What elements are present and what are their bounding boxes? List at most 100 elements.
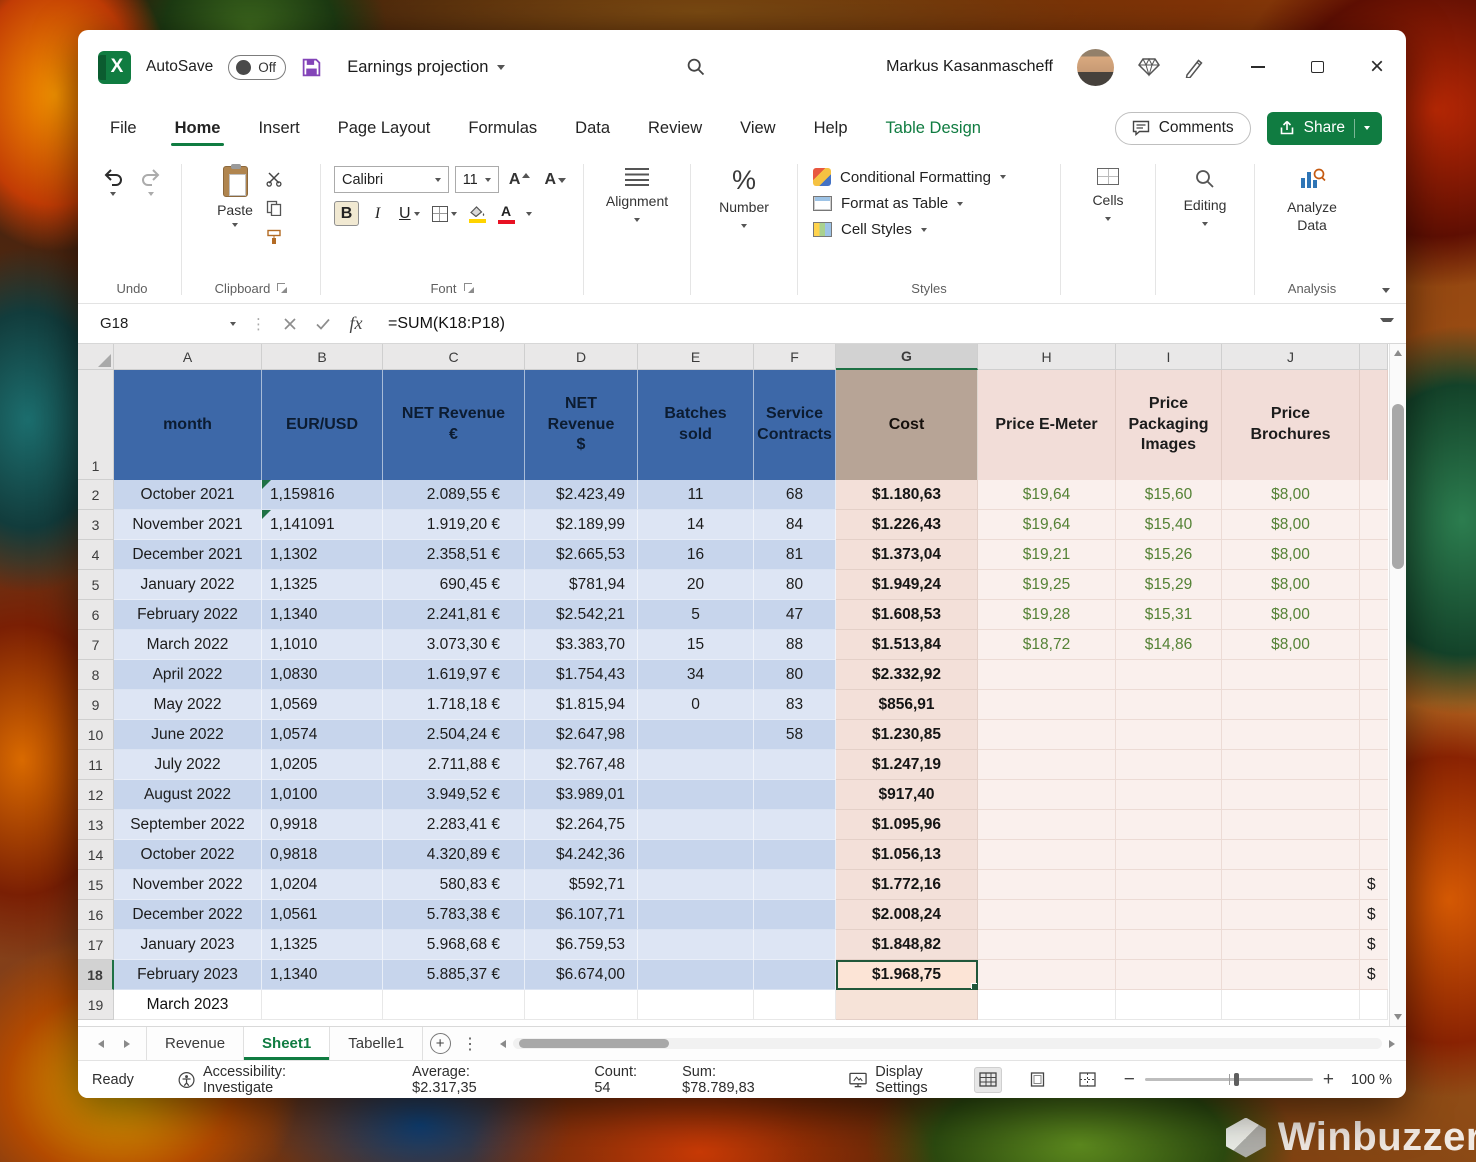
cell-A10[interactable]: June 2022 — [114, 720, 262, 750]
cell-G10[interactable]: $1.230,85 — [836, 720, 978, 750]
cell-E19[interactable] — [638, 990, 754, 1020]
row-header-11[interactable]: 11 — [78, 750, 114, 780]
scroll-up-arrow[interactable] — [1390, 344, 1406, 362]
cell-J17[interactable] — [1222, 930, 1360, 960]
sheet-tab-sheet1[interactable]: Sheet1 — [244, 1027, 330, 1060]
cell-I4[interactable]: $15,26 — [1116, 540, 1222, 570]
avatar[interactable] — [1077, 49, 1114, 86]
cell-C13[interactable]: 2.283,41 € — [383, 810, 525, 840]
header-cell-D1[interactable]: NET Revenue $ — [525, 370, 638, 480]
cell-B8[interactable]: 1,0830 — [262, 660, 383, 690]
select-all-corner[interactable] — [78, 344, 114, 370]
cell-I16[interactable] — [1116, 900, 1222, 930]
cell-K15[interactable]: $ — [1360, 870, 1388, 900]
expand-formula-bar-chevron[interactable] — [1380, 318, 1394, 330]
horizontal-scrollbar[interactable] — [493, 1027, 1402, 1060]
cell-A19[interactable]: March 2023 — [114, 990, 262, 1020]
cell-F4[interactable]: 81 — [754, 540, 836, 570]
cell-B16[interactable]: 1,0561 — [262, 900, 383, 930]
cell-J11[interactable] — [1222, 750, 1360, 780]
cell-G2[interactable]: $1.180,63 — [836, 480, 978, 510]
cell-K9[interactable] — [1360, 690, 1388, 720]
cell-J16[interactable] — [1222, 900, 1360, 930]
cell-C9[interactable]: 1.718,18 € — [383, 690, 525, 720]
column-header-H[interactable]: H — [978, 344, 1116, 370]
autosave-toggle[interactable]: Off — [228, 55, 286, 80]
search-icon[interactable] — [686, 57, 706, 77]
cell-A17[interactable]: January 2023 — [114, 930, 262, 960]
cell-C11[interactable]: 2.711,88 € — [383, 750, 525, 780]
cell-A9[interactable]: May 2022 — [114, 690, 262, 720]
cell-C19[interactable] — [383, 990, 525, 1020]
cell-B15[interactable]: 1,0204 — [262, 870, 383, 900]
cell-H14[interactable] — [978, 840, 1116, 870]
cells-button[interactable]: Cells — [1066, 156, 1150, 303]
column-header-E[interactable]: E — [638, 344, 754, 370]
cell-E4[interactable]: 16 — [638, 540, 754, 570]
row-header-3[interactable]: 3 — [78, 510, 114, 540]
cell-E13[interactable] — [638, 810, 754, 840]
row-header-14[interactable]: 14 — [78, 840, 114, 870]
column-header-D[interactable]: D — [525, 344, 638, 370]
cell-G3[interactable]: $1.226,43 — [836, 510, 978, 540]
cell-I14[interactable] — [1116, 840, 1222, 870]
zoom-out-button[interactable]: − — [1124, 1070, 1135, 1089]
menu-tab-insert[interactable]: Insert — [256, 107, 301, 150]
normal-view-button[interactable] — [974, 1067, 1002, 1093]
cell-I11[interactable] — [1116, 750, 1222, 780]
menu-tab-table-design[interactable]: Table Design — [884, 107, 983, 150]
decrease-font-button[interactable]: A — [540, 169, 570, 191]
row-header-9[interactable]: 9 — [78, 690, 114, 720]
cell-F18[interactable] — [754, 960, 836, 990]
italic-button[interactable]: I — [365, 201, 390, 226]
row-header-10[interactable]: 10 — [78, 720, 114, 750]
cell-I5[interactable]: $15,29 — [1116, 570, 1222, 600]
cell-C17[interactable]: 5.968,68 € — [383, 930, 525, 960]
cell-D10[interactable]: $2.647,98 — [525, 720, 638, 750]
cell-E3[interactable]: 14 — [638, 510, 754, 540]
row-header-8[interactable]: 8 — [78, 660, 114, 690]
cell-D7[interactable]: $3.383,70 — [525, 630, 638, 660]
zoom-slider-knob[interactable] — [1234, 1073, 1239, 1086]
analyze-data-button[interactable]: Analyze Data — [1260, 156, 1364, 273]
cell-G7[interactable]: $1.513,84 — [836, 630, 978, 660]
clipboard-group-label[interactable]: Clipboard — [187, 273, 315, 303]
formula-input[interactable]: =SUM(K18:P18) — [388, 315, 505, 333]
cell-K11[interactable] — [1360, 750, 1388, 780]
row-header-5[interactable]: 5 — [78, 570, 114, 600]
display-settings-button[interactable]: Display Settings — [849, 1064, 974, 1096]
column-header-K[interactable] — [1360, 344, 1388, 370]
cell-A13[interactable]: September 2022 — [114, 810, 262, 840]
cell-F6[interactable]: 47 — [754, 600, 836, 630]
cell-F15[interactable] — [754, 870, 836, 900]
cell-B12[interactable]: 1,0100 — [262, 780, 383, 810]
horizontal-scroll-track[interactable] — [513, 1038, 1382, 1049]
menu-tab-review[interactable]: Review — [646, 107, 704, 150]
zoom-in-button[interactable]: + — [1323, 1070, 1334, 1089]
cell-J19[interactable] — [1222, 990, 1360, 1020]
number-button[interactable]: % Number — [696, 156, 792, 303]
collapse-ribbon-chevron[interactable] — [1382, 288, 1390, 293]
name-box-splitter[interactable]: ⋮ — [247, 315, 270, 333]
cell-F10[interactable]: 58 — [754, 720, 836, 750]
excel-app-icon[interactable]: X — [98, 51, 131, 84]
cell-G4[interactable]: $1.373,04 — [836, 540, 978, 570]
cell-K3[interactable] — [1360, 510, 1388, 540]
cell-C10[interactable]: 2.504,24 € — [383, 720, 525, 750]
cell-H12[interactable] — [978, 780, 1116, 810]
cell-F13[interactable] — [754, 810, 836, 840]
cell-G17[interactable]: $1.848,82 — [836, 930, 978, 960]
row-header-12[interactable]: 12 — [78, 780, 114, 810]
cell-B2[interactable]: 1,159816 — [262, 480, 383, 510]
cell-E12[interactable] — [638, 780, 754, 810]
cell-I13[interactable] — [1116, 810, 1222, 840]
cell-F7[interactable]: 88 — [754, 630, 836, 660]
cell-B3[interactable]: 1,141091 — [262, 510, 383, 540]
cell-C12[interactable]: 3.949,52 € — [383, 780, 525, 810]
cell-H13[interactable] — [978, 810, 1116, 840]
status-count[interactable]: Count: 54 — [594, 1064, 654, 1096]
cell-D18[interactable]: $6.674,00 — [525, 960, 638, 990]
cell-K10[interactable] — [1360, 720, 1388, 750]
status-average[interactable]: Average: $2.317,35 — [412, 1064, 532, 1096]
header-cell-F1[interactable]: Service Contracts — [754, 370, 836, 480]
